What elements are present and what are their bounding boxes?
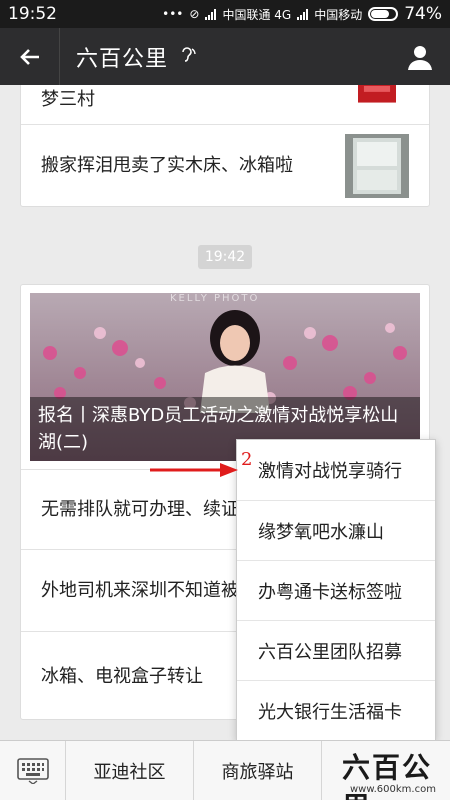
timestamp-badge: 19:42 — [198, 245, 252, 269]
submenu-item[interactable]: 激情对战悦享骑行 — [237, 440, 435, 500]
mute-icon: ⊘ — [189, 7, 200, 21]
carrier1-label: 中国联通 4G — [222, 7, 292, 22]
profile-icon — [408, 45, 432, 70]
logo-url: www.600km.com — [350, 784, 436, 795]
signal-icon-2 — [297, 8, 309, 20]
menu-tab-business-station[interactable]: 商旅驿站 — [194, 741, 322, 800]
article-title: 搬家挥泪甩卖了实木床、冰箱啦 — [41, 155, 293, 176]
earpiece-icon — [180, 46, 198, 68]
submenu-item[interactable]: 办粤通卡送标签啦 — [237, 560, 435, 620]
submenu-item[interactable]: 光大银行生活福卡 — [237, 680, 435, 740]
more-icon: ••• — [162, 7, 184, 21]
keyboard-icon — [16, 758, 49, 784]
article-thumbnail — [345, 134, 409, 198]
annotation-number-2: 2 — [241, 449, 253, 470]
hero-watermark: KELLY PHOTO — [170, 293, 260, 304]
battery-level: 74% — [404, 4, 442, 24]
keyboard-toggle-button[interactable] — [0, 741, 66, 800]
status-time: 19:52 — [8, 4, 57, 24]
profile-button[interactable] — [390, 28, 450, 85]
submenu-item[interactable]: 缘梦氧吧水濂山 — [237, 500, 435, 560]
title-bar: 六百公里 — [0, 28, 450, 85]
status-right: ••• ⊘ 中国联通 4G 中国移动 74% — [162, 4, 442, 24]
status-bar: 19:52 ••• ⊘ 中国联通 4G 中国移动 74% — [0, 0, 450, 28]
annotation-arrow-icon — [150, 463, 238, 477]
watermark-logo: 六百公里 www.600km.com — [330, 746, 448, 800]
list-item[interactable]: 搬家挥泪甩卖了实木床、冰箱啦 — [21, 124, 429, 207]
hero-article[interactable]: KELLY PHOTO 报名丨深惠BYD员工活动之激情对战悦享松山湖(二) — [30, 293, 420, 461]
menu-tab-yadi-community[interactable]: 亚迪社区 — [66, 741, 194, 800]
submenu-item[interactable]: 六百公里团队招募 — [237, 620, 435, 680]
article-thumbnail — [358, 85, 396, 103]
signal-icon — [205, 8, 217, 20]
back-arrow-icon — [19, 48, 39, 65]
list-item[interactable]: 梦三村 — [21, 85, 429, 124]
article-card-1: 梦三村 搬家挥泪甩卖了实木床、冰箱啦 — [20, 85, 430, 207]
back-button[interactable] — [0, 28, 60, 85]
article-title: 梦三村 — [41, 89, 95, 110]
submenu-popup: 激情对战悦享骑行 缘梦氧吧水濂山 办粤通卡送标签啦 六百公里团队招募 光大银行生… — [236, 439, 436, 741]
carrier2-label: 中国移动 — [314, 7, 363, 22]
chat-title: 六百公里 — [76, 46, 169, 72]
battery-icon — [368, 7, 399, 21]
